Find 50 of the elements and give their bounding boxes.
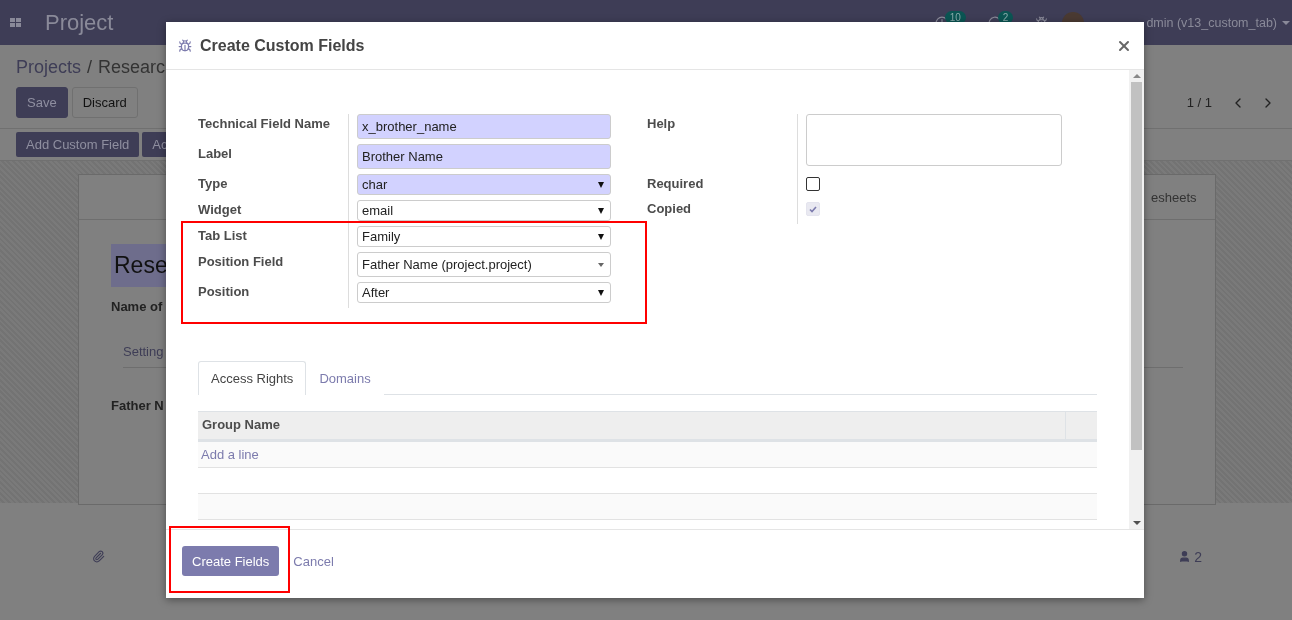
caret-icon bbox=[1282, 20, 1290, 25]
field-label: Help bbox=[647, 115, 677, 130]
caret-icon bbox=[598, 181, 604, 188]
select-field[interactable]: Father Name (project.project) bbox=[357, 252, 611, 277]
breadcrumb-separator: / bbox=[87, 57, 93, 78]
field-label: Position Field bbox=[198, 253, 285, 268]
smart-button[interactable]: esheets bbox=[1147, 175, 1215, 219]
caret-icon bbox=[598, 207, 604, 214]
help-field[interactable] bbox=[806, 114, 1062, 166]
tab[interactable]: Access Rights bbox=[198, 361, 307, 395]
checkbox[interactable] bbox=[806, 177, 820, 191]
field-label: Copied bbox=[647, 200, 693, 215]
check-icon bbox=[809, 205, 817, 213]
cancel-link[interactable]: Cancel bbox=[293, 554, 334, 569]
apps-grid-icon[interactable] bbox=[10, 18, 21, 27]
action-button[interactable]: Add Custom Field bbox=[16, 132, 140, 157]
field-label: Position bbox=[198, 283, 251, 298]
app-title: Project bbox=[45, 9, 114, 36]
field-label: Tab List bbox=[198, 227, 248, 242]
create-fields-button[interactable]: Create Fields bbox=[182, 546, 280, 576]
field-label: Name of bbox=[111, 299, 163, 314]
follower-count: 2 bbox=[1194, 548, 1202, 565]
text-input[interactable]: x_brother_name bbox=[357, 114, 611, 139]
field-label: Required bbox=[647, 175, 705, 190]
breadcrumb-current: Researc bbox=[98, 57, 166, 78]
field-label: Technical Field Name bbox=[198, 115, 331, 130]
user-icon[interactable] bbox=[1178, 550, 1192, 563]
column-header: Group Name bbox=[201, 416, 281, 434]
caret-icon bbox=[598, 233, 604, 240]
field-label: Label bbox=[198, 145, 233, 160]
breadcrumb-link[interactable]: Projects bbox=[16, 57, 82, 78]
bug-icon bbox=[178, 38, 192, 53]
scrollbar[interactable] bbox=[1129, 70, 1144, 529]
field-label: Type bbox=[198, 175, 229, 190]
select-field[interactable]: Family bbox=[357, 226, 611, 247]
discard-button[interactable]: Discard bbox=[71, 87, 138, 118]
dialog-title: Create Custom Fields bbox=[200, 36, 365, 55]
select-field[interactable]: After bbox=[357, 282, 611, 303]
caret-icon bbox=[598, 289, 604, 296]
text-input[interactable]: Brother Name bbox=[357, 144, 611, 169]
select-field[interactable]: char bbox=[357, 174, 611, 195]
field-label: Widget bbox=[198, 201, 243, 216]
field-label: Father N bbox=[111, 398, 164, 413]
pager-text: 1 / 1 bbox=[1186, 95, 1212, 110]
save-button[interactable]: Save bbox=[16, 87, 68, 118]
user-name[interactable]: dmin (v13_custom_tab) bbox=[1146, 15, 1277, 30]
select-field[interactable]: email bbox=[357, 200, 611, 221]
caret-icon bbox=[598, 262, 604, 267]
add-line-link[interactable]: Add a line bbox=[198, 447, 259, 462]
paperclip-icon[interactable] bbox=[92, 550, 105, 563]
